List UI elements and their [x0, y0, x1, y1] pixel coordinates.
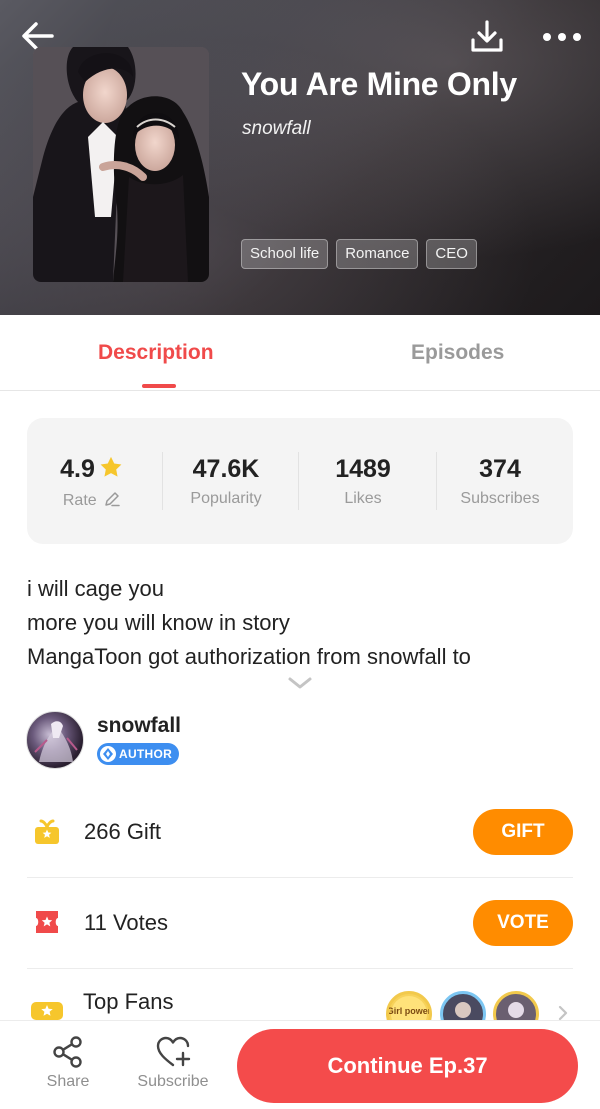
vote-count: 11 Votes	[84, 910, 168, 935]
stat-divider	[298, 452, 299, 510]
stats-card: 4.9 Rate 47.6K Popularity 1489 Likes 374…	[27, 418, 573, 544]
vote-ticket-icon	[36, 911, 58, 933]
detail-tabs: Description Episodes	[0, 315, 600, 391]
description-line: more you will know in story	[27, 610, 290, 635]
comic-header: You Are Mine Only snowfall School life R…	[0, 0, 600, 315]
stat-subscribes: 374 Subscribes	[440, 454, 560, 508]
likes-value: 1489	[335, 455, 391, 483]
author-badge: AUTHOR	[97, 743, 180, 765]
fan-badge-text: Girl power	[389, 1006, 429, 1016]
genre-tags: School life Romance CEO	[241, 239, 477, 269]
gift-count: 266 Gift	[84, 819, 162, 844]
description-text[interactable]: i will cage you more you will know in st…	[27, 572, 575, 674]
share-button[interactable]: Share	[42, 1035, 94, 1091]
stat-likes: 1489 Likes	[303, 454, 423, 508]
author-badge-label: AUTHOR	[119, 747, 173, 761]
rate-value: 4.9	[60, 455, 95, 483]
popularity-value: 47.6K	[192, 455, 260, 483]
share-icon	[53, 1036, 82, 1068]
stat-rate[interactable]: 4.9 Rate	[32, 454, 152, 510]
gift-icon	[35, 819, 59, 844]
tab-description[interactable]: Description	[98, 341, 214, 365]
more-options-icon[interactable]	[540, 22, 584, 52]
download-icon[interactable]	[468, 18, 506, 56]
subscribes-value: 374	[479, 455, 521, 483]
description-line: MangaToon got authorization from snowfal…	[27, 644, 471, 669]
subscribe-label: Subscribe	[137, 1073, 209, 1090]
likes-label: Likes	[344, 490, 382, 507]
heart-plus-icon	[156, 1036, 191, 1067]
comic-cover-image	[33, 47, 209, 282]
pencil-icon	[105, 492, 120, 507]
gift-button[interactable]: GIFT	[473, 809, 573, 855]
genre-tag[interactable]: CEO	[426, 239, 477, 269]
stat-divider	[162, 452, 163, 510]
comic-author[interactable]: snowfall	[242, 118, 311, 140]
comic-title: You Are Mine Only	[241, 66, 517, 102]
vote-button[interactable]: VOTE	[473, 900, 573, 946]
share-label: Share	[46, 1073, 90, 1090]
bottom-action-bar: Share Subscribe Continue Ep.37	[0, 1020, 600, 1109]
author-avatar[interactable]	[26, 711, 84, 769]
star-icon	[100, 456, 122, 477]
stat-divider	[436, 452, 437, 510]
row-divider	[27, 877, 573, 878]
author-name[interactable]: snowfall	[97, 714, 181, 738]
stat-popularity: 47.6K Popularity	[166, 454, 286, 508]
genre-tag[interactable]: School life	[241, 239, 329, 269]
top-fans-label[interactable]: Top Fans	[83, 989, 174, 1015]
subscribe-button[interactable]: Subscribe	[134, 1035, 212, 1091]
author-badge-icon	[100, 746, 116, 762]
tab-episodes[interactable]: Episodes	[411, 341, 504, 365]
popularity-label: Popularity	[190, 490, 262, 507]
genre-tag[interactable]: Romance	[336, 239, 419, 269]
rate-label: Rate	[62, 492, 97, 509]
description-line: i will cage you	[27, 576, 164, 601]
active-tab-indicator	[142, 384, 176, 388]
continue-reading-button[interactable]: Continue Ep.37	[237, 1029, 578, 1103]
row-divider	[27, 968, 573, 969]
subscribes-label: Subscribes	[460, 490, 540, 507]
expand-chevron-icon[interactable]	[287, 676, 313, 690]
